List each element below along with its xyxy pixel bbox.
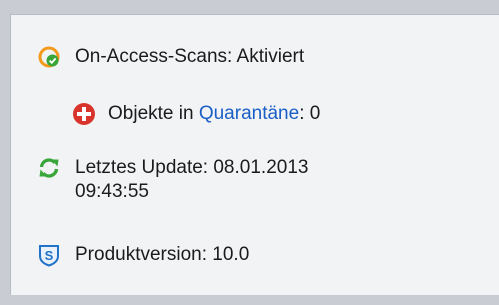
quarantine-prefix: Objekte in: [108, 103, 199, 124]
quarantine-count: : 0: [299, 103, 321, 124]
quarantine-row: Objekte in Quarantäne: 0: [72, 102, 320, 126]
svg-text:S: S: [45, 248, 54, 263]
product-version-row: S Produktversion: 10.0: [37, 243, 249, 267]
refresh-icon: [37, 156, 61, 180]
plus-circle-icon: [72, 102, 96, 126]
scan-status-icon: [37, 45, 61, 69]
last-update-line1: Letztes Update: 08.01.2013: [75, 157, 309, 178]
on-access-status-row: On-Access-Scans: Aktiviert: [37, 45, 304, 69]
quarantine-link[interactable]: Quarantäne: [199, 103, 299, 124]
status-panel: On-Access-Scans: Aktiviert Objekte in Qu…: [10, 14, 499, 295]
shield-s-icon: S: [37, 243, 61, 267]
quarantine-label: Objekte in Quarantäne: 0: [108, 102, 320, 126]
on-access-status-label: On-Access-Scans: Aktiviert: [75, 46, 305, 67]
last-update-line2: 09:43:55: [75, 181, 149, 202]
last-update-row: Letztes Update: 08.01.2013: [37, 156, 308, 180]
product-version-label: Produktversion: 10.0: [75, 244, 250, 265]
